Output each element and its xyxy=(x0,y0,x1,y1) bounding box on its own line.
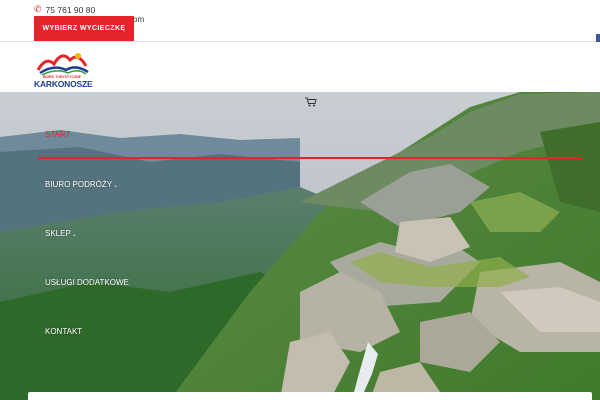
phone-number: 75 761 90 80 xyxy=(45,4,96,15)
header: BIURO TURYSTYCZNE KARKONOSZE xyxy=(0,42,600,92)
nav-item-travel-agency[interactable]: BIURO PODRÓŻY⌄ xyxy=(45,180,118,189)
phone-icon: ✆ xyxy=(34,4,42,14)
nav-active-underline xyxy=(38,157,582,159)
choose-trip-button[interactable]: WYBIERZ WYCIECZKĘ xyxy=(34,16,134,41)
nav-item-additional-services-label: USŁUGI DODATKOWE xyxy=(45,278,129,287)
nav-item-shop-label: SKLEP xyxy=(45,229,71,238)
cart-icon[interactable] xyxy=(305,97,317,107)
search-bar[interactable] xyxy=(28,392,592,400)
chevron-down-icon: ⌄ xyxy=(113,183,119,189)
top-bar: ✆ 75 761 90 80 om WYBIERZ WYCIECZKĘ xyxy=(0,0,600,48)
mountain-logo-icon xyxy=(36,53,89,76)
nav-item-contact[interactable]: KONTAKT xyxy=(45,327,82,336)
nav-item-travel-agency-label: BIURO PODRÓŻY xyxy=(45,180,113,189)
nav-item-contact-label: KONTAKT xyxy=(45,327,83,336)
logo[interactable]: BIURO TURYSTYCZNE KARKONOSZE xyxy=(34,46,93,90)
nav-item-additional-services[interactable]: USŁUGI DODATKOWE xyxy=(45,278,129,287)
logo-title: KARKONOSZE xyxy=(34,79,93,89)
email-fragment[interactable]: om xyxy=(133,15,144,24)
mountain-landscape-image xyxy=(0,92,600,400)
chevron-down-icon: ⌄ xyxy=(71,232,77,238)
nav-item-start[interactable]: START xyxy=(45,130,70,139)
hero-image xyxy=(0,92,600,400)
nav-item-start-label: START xyxy=(45,130,71,139)
phone-contact[interactable]: ✆ 75 761 90 80 xyxy=(34,4,95,15)
nav-item-shop[interactable]: SKLEP⌄ xyxy=(45,229,77,238)
